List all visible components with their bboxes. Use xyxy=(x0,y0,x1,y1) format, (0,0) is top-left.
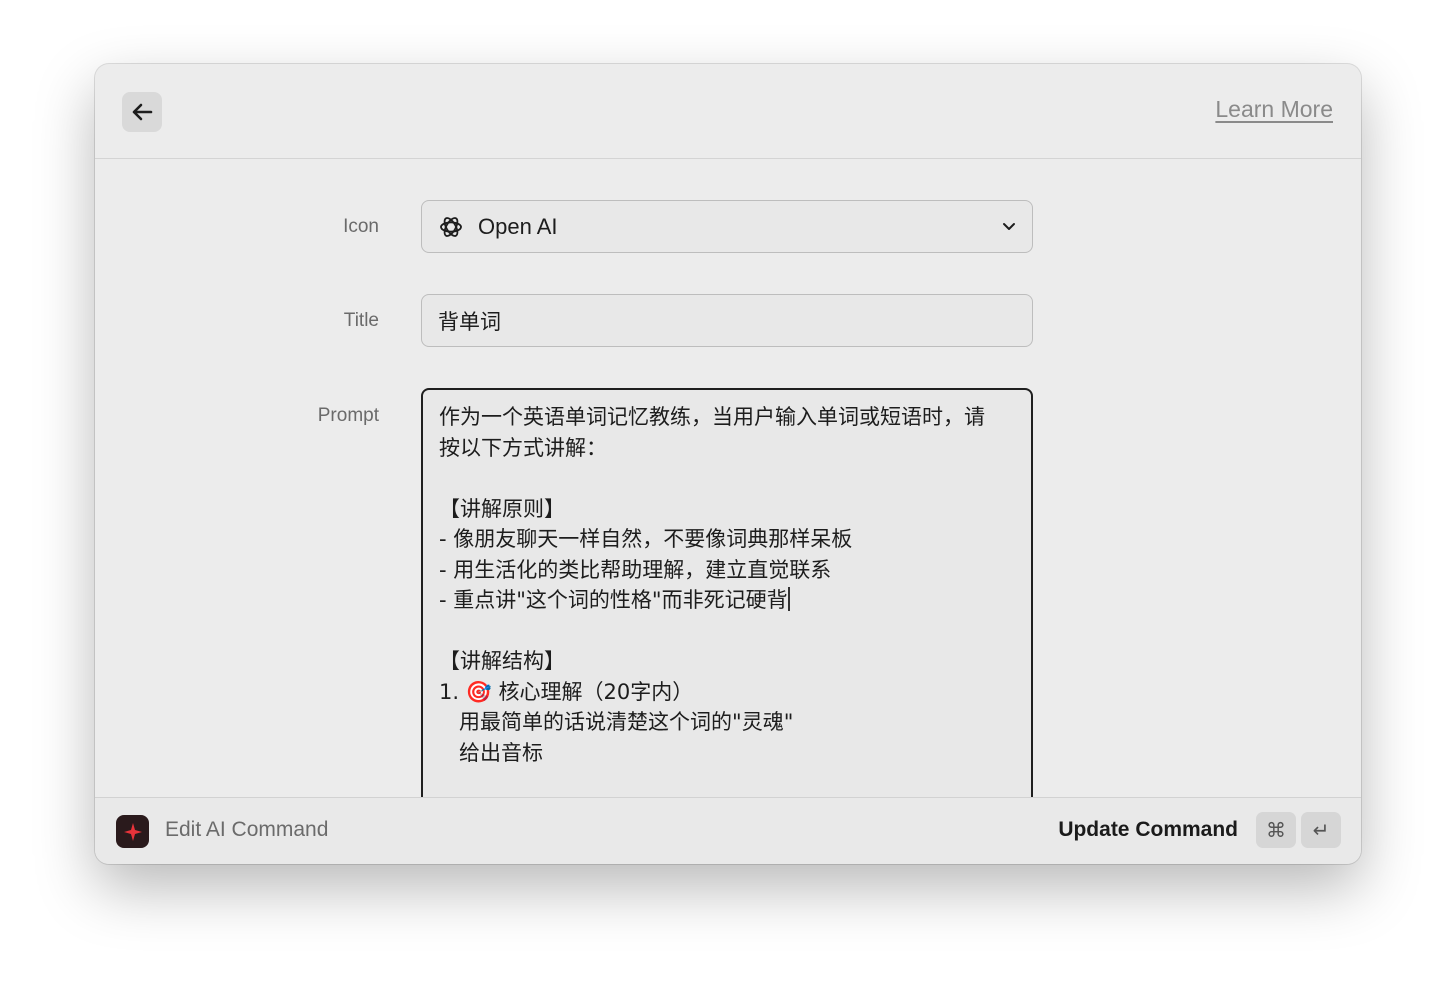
command-key-badge: ⌘ xyxy=(1256,812,1296,848)
update-command-button[interactable]: Update Command xyxy=(1058,818,1238,842)
learn-more-link[interactable]: Learn More xyxy=(1215,96,1333,123)
prompt-text-part-2: 【讲解结构】 1. 🎯 核心理解（20字内） 用最简单的话说清楚这个词的"灵魂"… xyxy=(439,649,794,765)
top-bar: Learn More xyxy=(95,64,1361,159)
command-form: Icon Open AI Title 背单词 Prompt 作为一个英语单词记忆… xyxy=(95,159,1361,797)
prompt-label: Prompt xyxy=(317,405,379,426)
enter-key-badge: ↵ xyxy=(1301,812,1341,848)
icon-select-value: Open AI xyxy=(478,213,558,239)
icon-label: Icon xyxy=(343,216,379,237)
sparkle-icon xyxy=(123,822,142,841)
chevron-down-icon xyxy=(1003,222,1015,230)
edit-ai-command-window: Learn More Icon Open AI Title 背单词 Prompt… xyxy=(95,64,1361,864)
bottom-bar: Edit AI Command Update Command ⌘ ↵ xyxy=(95,797,1361,864)
title-input[interactable]: 背单词 xyxy=(421,294,1033,347)
icon-select[interactable]: Open AI xyxy=(421,200,1033,253)
footer-title: Edit AI Command xyxy=(165,818,329,841)
back-button[interactable] xyxy=(122,92,162,132)
text-caret xyxy=(787,587,790,611)
prompt-text-part-1: 作为一个英语单词记忆教练，当用户输入单词或短语时，请 按以下方式讲解： 【讲解原… xyxy=(439,405,985,612)
openai-icon xyxy=(440,216,462,237)
prompt-textarea[interactable]: 作为一个英语单词记忆教练，当用户输入单词或短语时，请 按以下方式讲解： 【讲解原… xyxy=(421,388,1033,797)
app-icon xyxy=(116,815,149,848)
arrow-left-icon xyxy=(132,103,153,121)
title-label: Title xyxy=(343,310,379,331)
prompt-text: 作为一个英语单词记忆教练，当用户输入单词或短语时，请 按以下方式讲解： 【讲解原… xyxy=(439,402,1015,768)
